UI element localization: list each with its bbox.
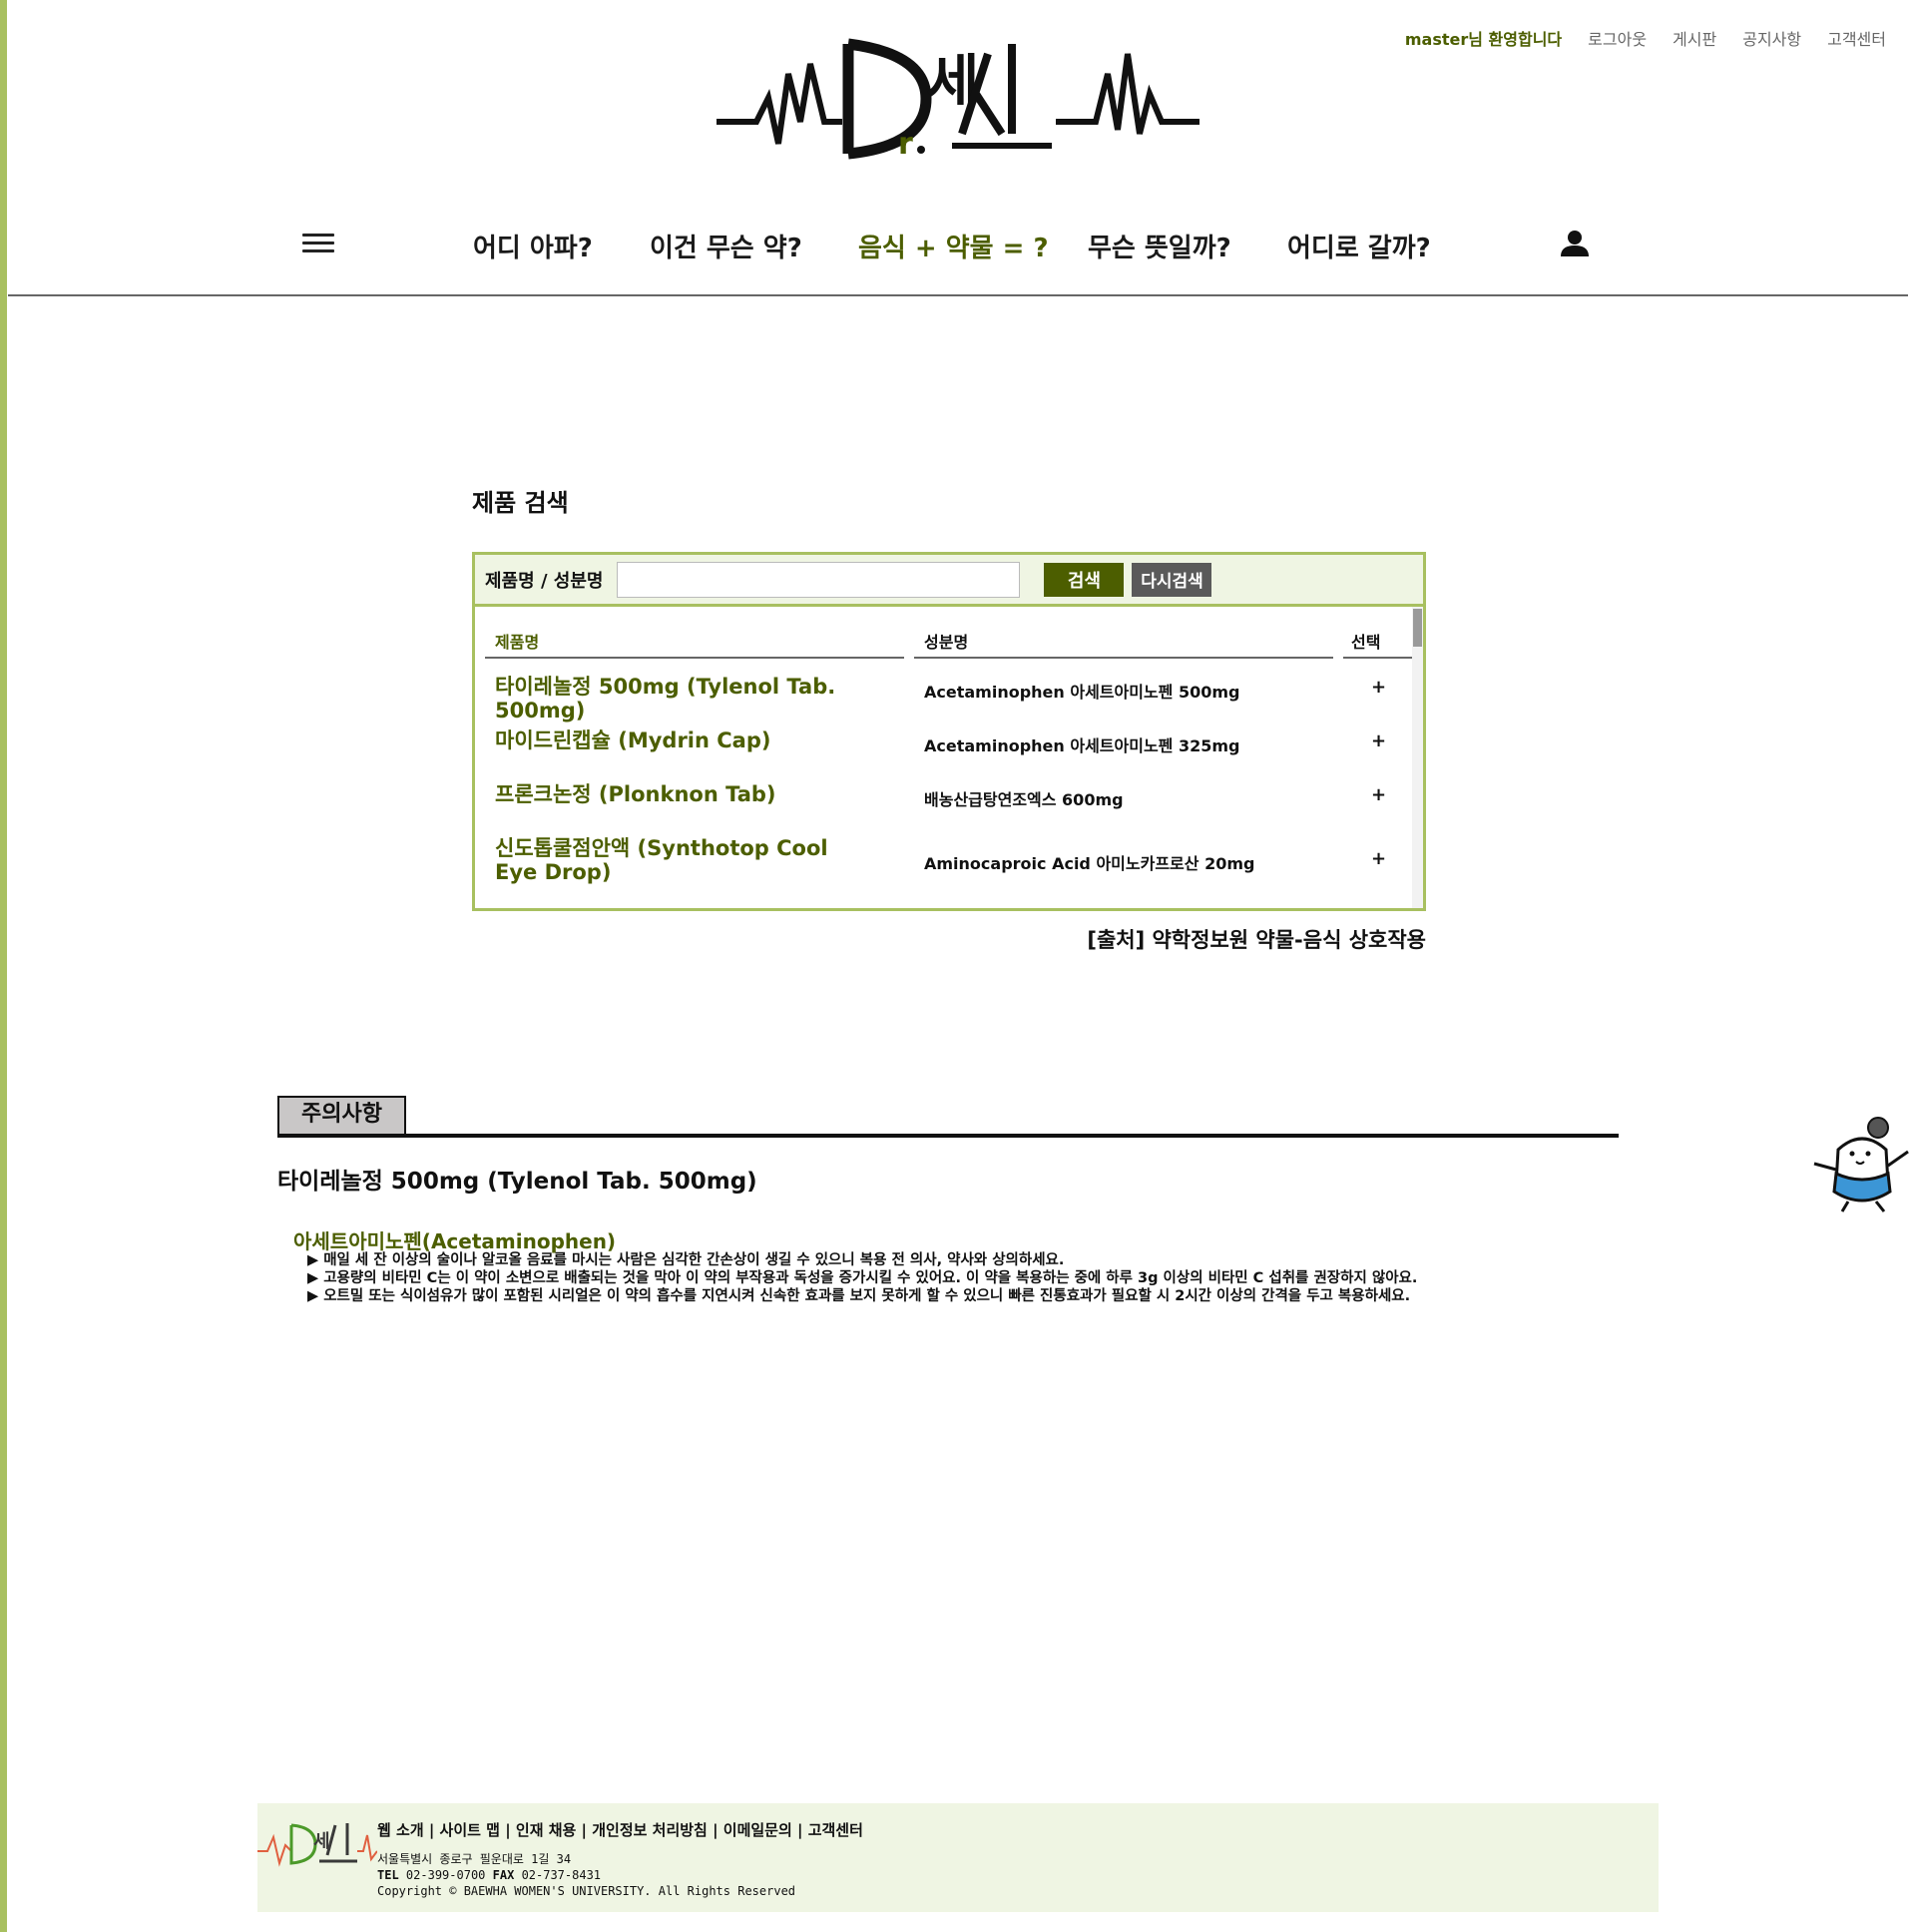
doctor-mascot-icon[interactable] [1808, 1114, 1916, 1213]
table-row: 마이드린캡슐 (Mydrin Cap) Acetaminophen 아세트아미노… [475, 726, 1413, 770]
results-table: 제품명 성분명 선택 타이레놀정 500mg (Tylenol Tab. 500… [475, 607, 1423, 908]
table-row: 신도톱쿨점안액 (Synthotop Cool Eye Drop) Aminoc… [475, 834, 1413, 894]
search-panel: 제품명 / 성분명 검색 다시검색 제품명 성분명 선택 타이레놀정 500mg… [472, 552, 1426, 911]
column-underline [1343, 657, 1413, 659]
product-name-link[interactable]: 마이드린캡슐 (Mydrin Cap) [495, 728, 904, 752]
footer-address: 서울특별시 종로구 필운대로 1길 34 [377, 1852, 572, 1866]
reset-search-button[interactable]: 다시검색 [1132, 562, 1212, 597]
scrollbar-thumb[interactable] [1413, 609, 1422, 647]
logout-link[interactable]: 로그아웃 [1588, 26, 1647, 50]
caution-list: ▶ 매일 세 잔 이상의 술이나 알코올 음료를 마시는 사람은 심각한 간손상… [307, 1251, 1417, 1305]
ingredient-cell: Aminocaproic Acid 아미노카프로산 20mg [924, 854, 1255, 873]
main-nav: 어디 아파? 이건 무슨 약? 음식 + 약물 = ? 무슨 뜻일까? 어디로 … [0, 226, 1916, 269]
search-field-label: 제품명 / 성분명 [485, 570, 604, 592]
product-name-link[interactable]: 타이레놀정 500mg (Tylenol Tab. 500mg) [495, 675, 904, 723]
search-title: 제품 검색 [472, 489, 569, 517]
footer-logo-icon: 세 [257, 1823, 377, 1867]
column-header-name: 제품명 [495, 633, 540, 652]
ingredient-cell: Acetaminophen 아세트아미노펜 325mg [924, 736, 1240, 755]
search-input[interactable] [617, 561, 1021, 598]
nav-item-what-drug[interactable]: 이건 무슨 약? [650, 228, 802, 264]
fax-number: 02-737-8431 [521, 1868, 602, 1882]
left-accent-bar [0, 0, 7, 1932]
product-name-link[interactable]: 신도톱쿨점안액 (Synthotop Cool Eye Drop) [495, 836, 864, 884]
caution-item: ▶ 고용량의 비타민 C는 이 약이 소변으로 배출되는 것을 막아 이 약의 … [307, 1270, 1418, 1286]
caution-item: ▶ 오트밀 또는 식이섬유가 많이 포함된 시리얼은 이 약의 흡수를 지연시켜… [307, 1288, 1411, 1304]
dr-logo-ecg[interactable]: r 세 [717, 34, 1199, 160]
hamburger-icon[interactable] [302, 234, 334, 259]
footer-links[interactable]: 웹 소개 | 사이트 맵 | 인재 채용 | 개인정보 처리방침 | 이메일문의… [377, 1819, 863, 1840]
column-header-ingredient: 성분명 [924, 633, 969, 652]
column-underline [914, 657, 1333, 659]
fax-label: FAX [492, 1868, 515, 1882]
source-note: [출처] 약학정보원 약물-음식 상호작용 [1087, 928, 1426, 952]
caution-product-name: 타이레놀정 500mg (Tylenol Tab. 500mg) [277, 1169, 757, 1195]
search-form: 제품명 / 성분명 검색 다시검색 [475, 555, 1423, 607]
footer: 세 웹 소개 | 사이트 맵 | 인재 채용 | 개인정보 처리방침 | 이메일… [257, 1803, 1659, 1912]
caution-divider [277, 1134, 1619, 1138]
nav-item-food-drug[interactable]: 음식 + 약물 = ? [858, 228, 1049, 264]
footer-address-block: 서울특별시 종로구 필운대로 1길 34 TEL 02-399-0700 FAX… [377, 1851, 795, 1899]
welcome-text: master님 환영합니다 [1404, 30, 1563, 49]
tel-label: TEL [377, 1868, 399, 1882]
results-scrollbar[interactable] [1412, 607, 1423, 908]
table-row: 프론크논정 (Plonknon Tab) 배농산급탕연조엑스 600mg + [475, 780, 1413, 824]
caution-item: ▶ 매일 세 잔 이상의 술이나 알코올 음료를 마시는 사람은 심각한 간손상… [307, 1252, 1065, 1268]
svg-text:세: 세 [313, 1831, 330, 1852]
select-plus-button[interactable]: + [1371, 848, 1386, 869]
column-header-select: 선택 [1351, 633, 1381, 652]
user-icon[interactable] [1559, 230, 1591, 257]
nav-item-where-hurt[interactable]: 어디 아파? [473, 228, 593, 264]
table-row: 타이레놀정 500mg (Tylenol Tab. 500mg) Acetami… [475, 673, 1413, 723]
caution-tab[interactable]: 주의사항 [277, 1096, 406, 1134]
select-plus-button[interactable]: + [1371, 784, 1386, 805]
board-link[interactable]: 게시판 [1673, 26, 1716, 50]
top-links: master님 환영합니다 로그아웃 게시판 공지사항 고객센터 [1405, 26, 1886, 50]
support-link[interactable]: 고객센터 [1827, 26, 1886, 50]
select-plus-button[interactable]: + [1371, 677, 1386, 698]
nav-item-where-go[interactable]: 어디로 갈까? [1287, 228, 1431, 264]
ingredient-cell: 배농산급탕연조엑스 600mg [924, 790, 1124, 809]
search-button[interactable]: 검색 [1044, 562, 1125, 597]
nav-divider [8, 294, 1908, 296]
product-name-link[interactable]: 프론크논정 (Plonknon Tab) [495, 782, 904, 806]
caution-ingredient: 아세트아미노펜(Acetaminophen) [293, 1229, 617, 1253]
nav-item-meaning[interactable]: 무슨 뜻일까? [1088, 228, 1231, 264]
tel-number: 02-399-0700 [405, 1868, 486, 1882]
select-plus-button[interactable]: + [1371, 730, 1386, 751]
notice-link[interactable]: 공지사항 [1742, 26, 1801, 50]
svg-text:r: r [898, 127, 913, 160]
column-underline [485, 657, 904, 659]
copyright: Copyright © BAEWHA WOMEN'S UNIVERSITY. A… [377, 1884, 796, 1898]
ingredient-cell: Acetaminophen 아세트아미노펜 500mg [924, 683, 1240, 702]
footer-contact: TEL 02-399-0700 FAX 02-737-8431 [377, 1867, 795, 1883]
